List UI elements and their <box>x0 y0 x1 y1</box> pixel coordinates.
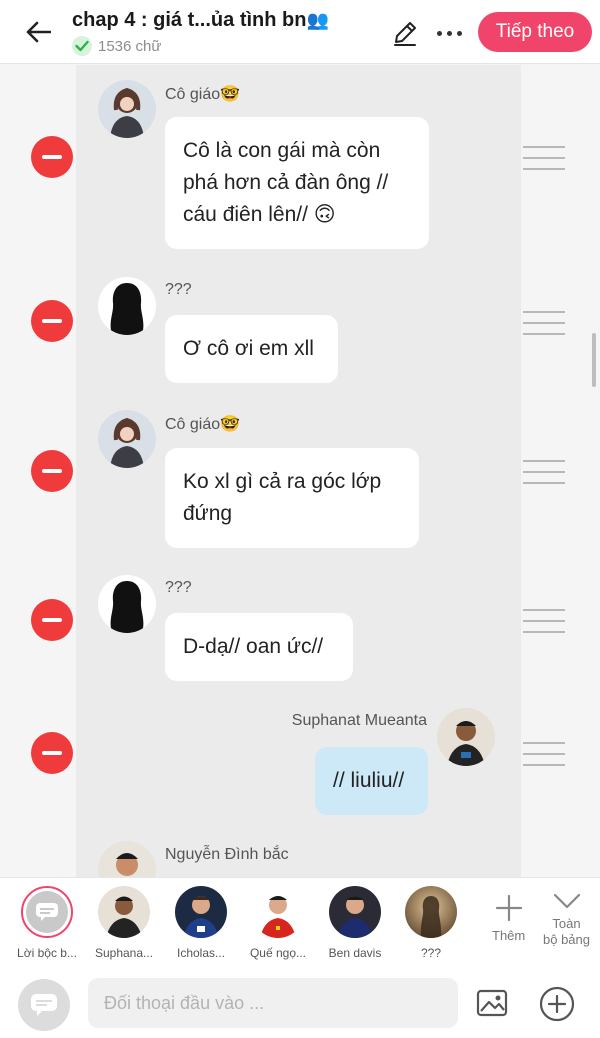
word-count-text: 1536 chữ <box>98 37 162 55</box>
pencil-icon[interactable] <box>390 18 420 48</box>
drag-handle-icon[interactable] <box>523 742 565 766</box>
message-bubble[interactable]: // liuliu// <box>315 747 428 815</box>
message-bubble[interactable]: D-dạ// oan ức// <box>165 613 353 681</box>
character-avatar <box>405 886 457 938</box>
people-emoji: 👥 <box>306 10 329 30</box>
back-arrow-icon[interactable] <box>20 14 56 50</box>
remove-message-button[interactable] <box>31 450 73 492</box>
remove-message-button[interactable] <box>31 599 73 641</box>
scrollbar[interactable] <box>592 333 596 387</box>
drag-handle-icon[interactable] <box>523 146 565 170</box>
speaker-name: Cô giáo🤓 <box>165 416 241 433</box>
chapter-title: chap 4 : giá t...ủa tình bn👥 <box>72 9 329 32</box>
plus-icon <box>495 894 522 922</box>
top-bar: chap 4 : giá t...ủa tình bn👥 1536 chữ Ti… <box>0 0 600 64</box>
character-ben-davis[interactable]: Ben davis <box>319 886 391 960</box>
narrator-avatar <box>21 886 73 938</box>
remove-message-button[interactable] <box>31 732 73 774</box>
avatar-silhouette[interactable] <box>98 277 156 335</box>
drag-handle-icon[interactable] <box>523 311 565 335</box>
narration-toggle-icon[interactable] <box>18 979 70 1031</box>
speaker-name: ??? <box>165 579 192 596</box>
character-label: ??? <box>420 946 442 960</box>
character-bar: Lời bộc b... Suphana... Icholas... Quế n… <box>0 877 600 969</box>
avatar-suphanat[interactable] <box>437 708 495 766</box>
character-icholas[interactable]: Icholas... <box>165 886 237 960</box>
character-narrator[interactable]: Lời bộc b... <box>11 886 83 960</box>
character-suphanat[interactable]: Suphana... <box>88 886 160 960</box>
speaker-name: Suphanat Mueanta <box>291 712 427 729</box>
character-label: Icholas... <box>176 946 226 960</box>
chat-area[interactable]: Cô giáo🤓 Cô là con gái mà còn phá hơn cả… <box>0 65 600 877</box>
character-label: Ben davis <box>328 946 382 960</box>
all-characters-label: Toàn <box>552 916 581 931</box>
speaker-name: Nguyễn Đình bắc <box>165 846 289 863</box>
add-character-label: Thêm <box>492 928 526 943</box>
message-bubble[interactable]: Cô là con gái mà còn phá hơn cả đàn ông … <box>165 117 429 249</box>
drag-handle-icon[interactable] <box>523 609 565 633</box>
character-avatar <box>252 886 304 938</box>
word-count: 1536 chữ <box>72 36 161 56</box>
dialogue-input[interactable] <box>88 978 458 1028</box>
image-icon[interactable] <box>476 988 508 1018</box>
message-bubble[interactable]: Ko xl gì cả ra góc lớp đứng <box>165 448 419 548</box>
more-options-icon[interactable] <box>432 18 466 48</box>
check-icon <box>72 36 92 56</box>
character-label: Suphana... <box>94 946 154 960</box>
remove-message-button[interactable] <box>31 300 73 342</box>
avatar-teacher[interactable] <box>98 410 156 468</box>
character-avatar <box>329 886 381 938</box>
add-circle-icon[interactable] <box>539 986 575 1022</box>
avatar-teacher[interactable] <box>98 80 156 138</box>
all-characters-button[interactable]: Toàn bộ bảng <box>543 892 590 948</box>
avatar-silhouette[interactable] <box>98 575 156 633</box>
speaker-name: Cô giáo🤓 <box>165 86 241 103</box>
speaker-name: ??? <box>165 281 192 298</box>
character-avatar <box>98 886 150 938</box>
chapter-title-text: chap 4 : giá t...ủa tình bn <box>72 9 307 31</box>
add-character-button[interactable]: Thêm <box>492 894 525 944</box>
character-avatar <box>175 886 227 938</box>
next-button[interactable]: Tiếp theo <box>478 12 592 52</box>
character-unknown[interactable]: ??? <box>395 886 467 960</box>
character-label: Lời bộc b... <box>17 946 77 960</box>
chevron-down-icon <box>553 893 580 909</box>
remove-message-button[interactable] <box>31 136 73 178</box>
drag-handle-icon[interactable] <box>523 460 565 484</box>
input-bar <box>0 969 600 1038</box>
all-characters-label-2: bộ bảng <box>543 932 590 947</box>
message-bubble[interactable]: Ơ cô ơi em xll <box>165 315 338 383</box>
character-label: Quế ngọ... <box>249 946 307 960</box>
character-que-ngoc[interactable]: Quế ngọ... <box>242 886 314 960</box>
